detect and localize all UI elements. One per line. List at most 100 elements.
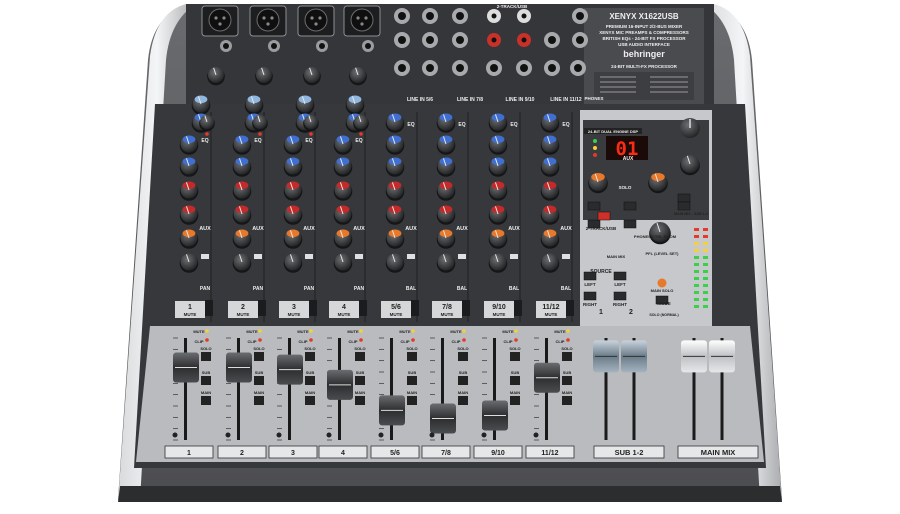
mute-button[interactable] (258, 300, 266, 316)
solo-label: SOLO (561, 346, 572, 351)
left-label-1: LEFT (584, 282, 595, 287)
mute-button[interactable] (411, 300, 419, 316)
fx-pre-button[interactable] (305, 254, 313, 259)
master-button[interactable] (623, 201, 637, 211)
solo-button[interactable] (510, 352, 520, 361)
mute-button[interactable] (566, 300, 574, 316)
sub-label: SUB (408, 370, 417, 375)
sub-label: SUB (306, 370, 315, 375)
master-button[interactable] (583, 291, 597, 301)
solo-button[interactable] (254, 352, 264, 361)
jack-input[interactable] (394, 32, 410, 48)
main-button[interactable] (407, 396, 417, 405)
mute-led-label: MUTE (554, 329, 566, 334)
jack-input[interactable] (394, 8, 410, 24)
solo-button[interactable] (201, 352, 211, 361)
mute-led-label: MUTE (347, 329, 359, 334)
main-button[interactable] (458, 396, 468, 405)
bus-name: MAIN MIX (701, 448, 736, 457)
mute-button[interactable] (359, 300, 367, 316)
jack-input[interactable] (516, 60, 532, 76)
jack-input[interactable] (486, 60, 502, 76)
mute-label: MUTE (288, 312, 301, 317)
sub-button[interactable] (355, 376, 365, 385)
solo-label: SOLO (200, 346, 211, 351)
solo-label: SOLO (406, 346, 417, 351)
mute-button[interactable] (462, 300, 470, 316)
fx-pre-button[interactable] (407, 254, 415, 259)
solo-button[interactable] (407, 352, 417, 361)
main-button[interactable] (510, 396, 520, 405)
channel-number: 4 (342, 304, 346, 311)
right-label-1: RIGHT (583, 302, 597, 307)
jack-input[interactable] (422, 8, 438, 24)
jack-input[interactable] (422, 60, 438, 76)
rca-jack[interactable] (517, 33, 531, 47)
rca-jack[interactable] (487, 9, 501, 23)
sub-button[interactable] (201, 376, 211, 385)
sub-group-2-label: 2 (629, 309, 633, 316)
pan-label: BAL (406, 286, 416, 292)
fx-pre-button[interactable] (254, 254, 262, 259)
solo-button[interactable] (458, 352, 468, 361)
main-button[interactable] (562, 396, 572, 405)
pan-label: PAN (253, 286, 264, 292)
sub-button[interactable] (407, 376, 417, 385)
mute-label: MUTE (493, 312, 506, 317)
sub-button[interactable] (458, 376, 468, 385)
mute-button[interactable] (514, 300, 522, 316)
sub-label: SUB (202, 370, 211, 375)
feature-line-1: PREMIUM 16-INPUT 2/2-BUS MIXER (606, 24, 683, 29)
fx-pre-button[interactable] (458, 254, 466, 259)
pan-label: PAN (200, 286, 211, 292)
master-button[interactable] (677, 193, 691, 203)
mute-button[interactable] (205, 300, 213, 316)
sub-button[interactable] (562, 376, 572, 385)
master-button[interactable] (587, 201, 601, 211)
master-button[interactable] (613, 291, 627, 301)
jack-input[interactable] (452, 32, 468, 48)
eq-label: EQ (254, 138, 261, 144)
solo-button[interactable] (562, 352, 572, 361)
main-mix-tab-label: MAIN MIX (607, 254, 626, 259)
main-button[interactable] (254, 396, 264, 405)
fx-pre-button[interactable] (562, 254, 570, 259)
rca-jack[interactable] (517, 9, 531, 23)
master-button[interactable] (613, 271, 627, 281)
jack-input[interactable] (452, 60, 468, 76)
line-in-label-9-10: LINE IN 9/10 (506, 97, 535, 103)
solo-button[interactable] (355, 352, 365, 361)
brand-logo: behringer (623, 49, 665, 59)
fx-pre-button[interactable] (201, 254, 209, 259)
solo-button[interactable] (305, 352, 315, 361)
mute-led-label: MUTE (297, 329, 309, 334)
fx-pre-button[interactable] (355, 254, 363, 259)
jack-input[interactable] (422, 32, 438, 48)
main-button[interactable] (355, 396, 365, 405)
sub-button[interactable] (254, 376, 264, 385)
clip-led-label: CLIP (503, 339, 512, 344)
master-button[interactable] (677, 201, 691, 211)
aux-label: AUX (560, 226, 572, 232)
fx-pre-button[interactable] (510, 254, 518, 259)
sub-button[interactable] (305, 376, 315, 385)
mute-button[interactable] (309, 300, 317, 316)
jack-input[interactable] (570, 60, 586, 76)
jack-input[interactable] (394, 60, 410, 76)
main-button[interactable] (305, 396, 315, 405)
jack-input[interactable] (572, 32, 588, 48)
jack-input[interactable] (544, 60, 560, 76)
jack-input[interactable] (572, 8, 588, 24)
main-button[interactable] (201, 396, 211, 405)
master-button[interactable] (597, 211, 611, 221)
aux-label: AUX (456, 226, 468, 232)
rca-jack[interactable] (487, 33, 501, 47)
sub-button[interactable] (510, 376, 520, 385)
pfl-level-set-label: PFL (LEVEL SET) (646, 251, 680, 256)
master-button[interactable] (623, 219, 637, 229)
two-track-usb-return-label: 2-TRACK/USB (586, 226, 617, 231)
clip-led-label: CLIP (451, 339, 460, 344)
jack-input[interactable] (544, 32, 560, 48)
jack-input[interactable] (452, 8, 468, 24)
main-mix-sub-label: MAIN MIX→SUB 1-2 (674, 212, 708, 216)
